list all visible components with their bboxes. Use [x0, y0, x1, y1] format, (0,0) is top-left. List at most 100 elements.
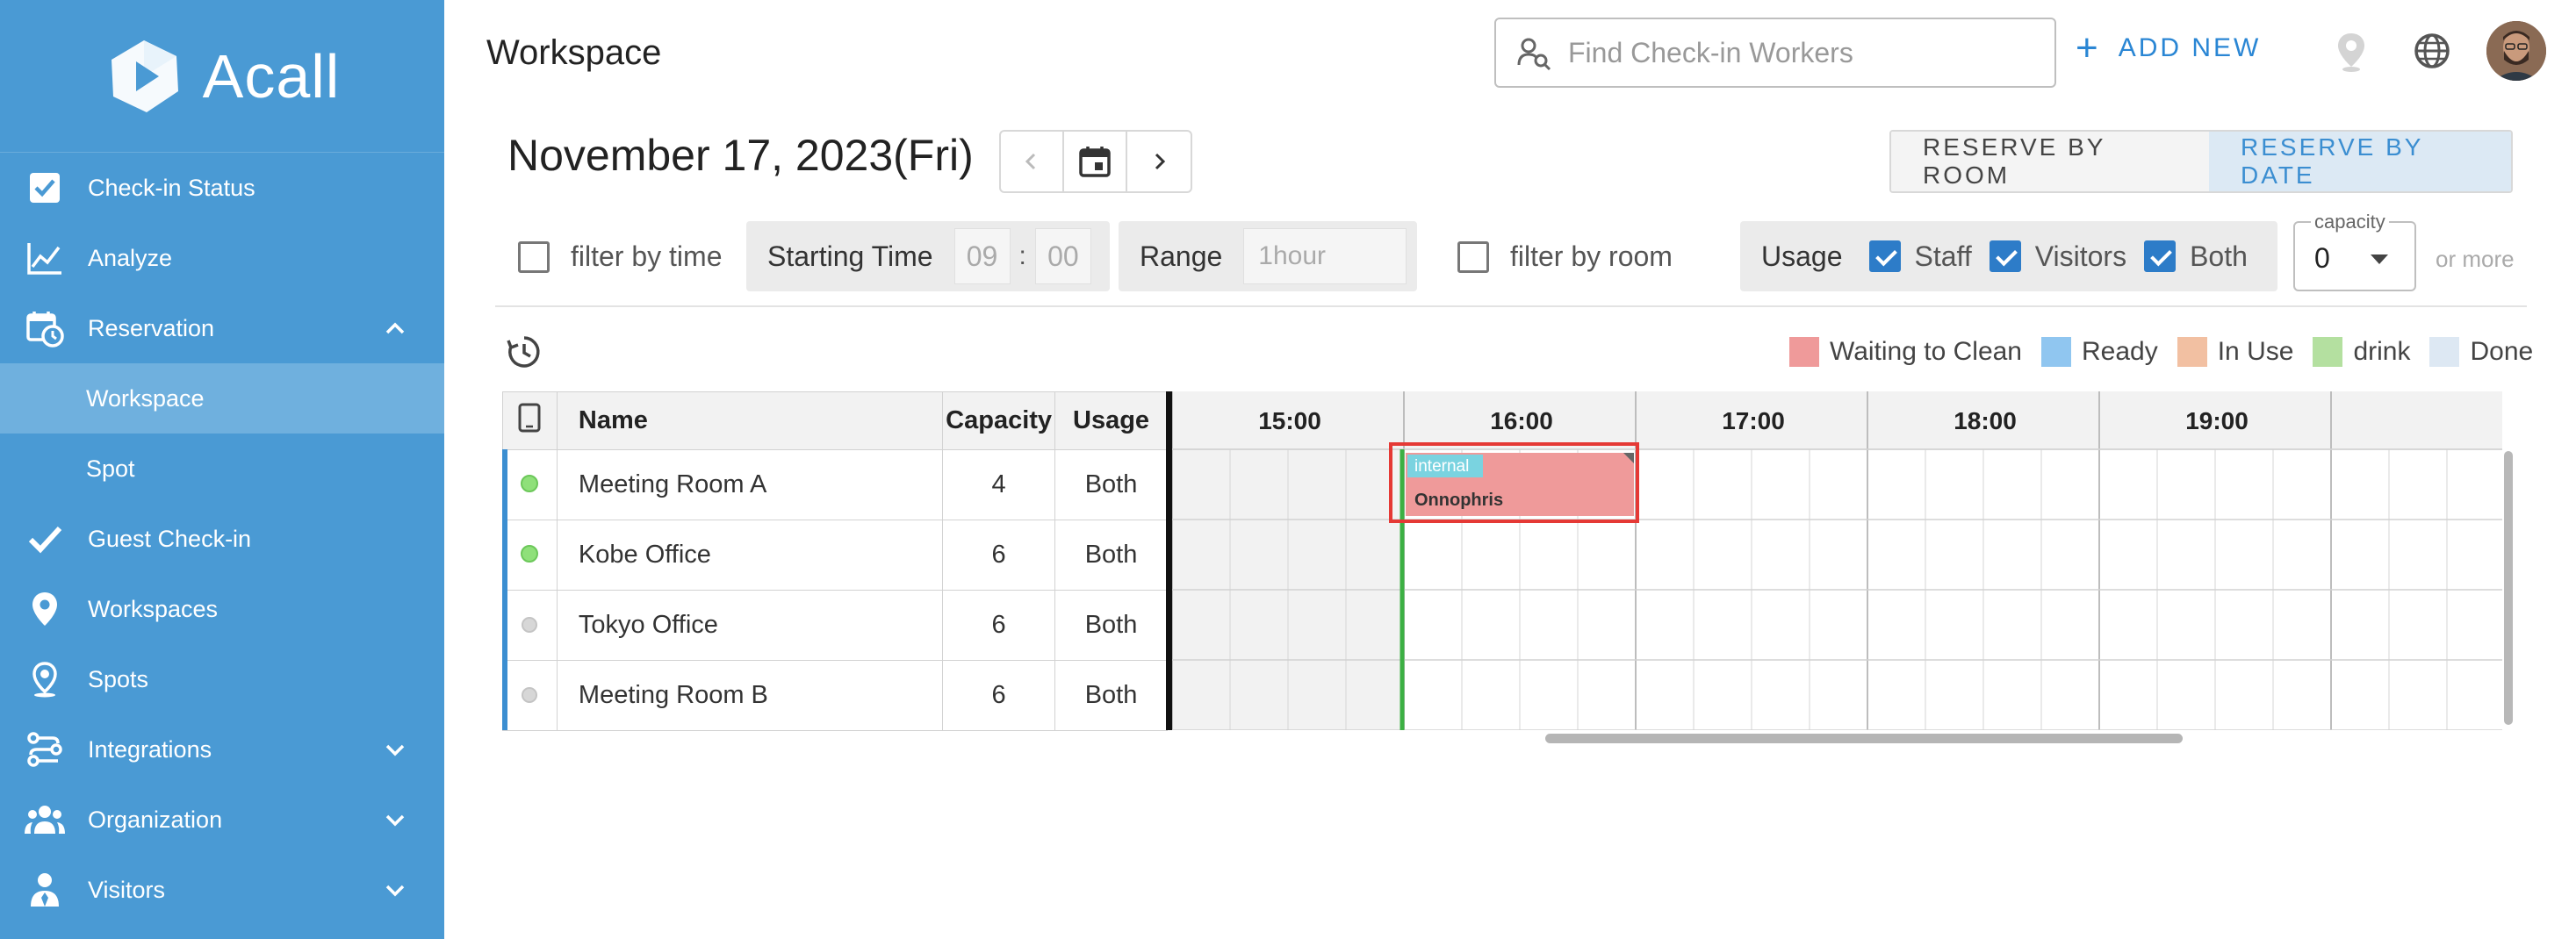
capacity-cell: 6: [942, 660, 1056, 731]
filter-by-time-label: filter by time: [571, 240, 723, 272]
chevron-up-icon: [385, 322, 405, 334]
divider: [495, 305, 2527, 307]
visitors-checkbox[interactable]: [1989, 240, 2021, 272]
usage-column-header[interactable]: Usage: [1054, 391, 1168, 450]
pin-outline-icon: [25, 659, 65, 699]
sidebar-nav: Check-in Status Analyze Reservation Workspa…: [0, 153, 444, 925]
reservation-grid: Name Capacity Usage Meeting Room A 4 Both K…: [502, 391, 2502, 731]
filter-bar: filter by time Starting Time 09 : 00 Ran…: [507, 211, 2520, 291]
start-hour-input[interactable]: 09: [953, 228, 1011, 284]
sidebar-item-label: Organization: [88, 806, 223, 833]
both-checkbox[interactable]: [2144, 240, 2177, 272]
sidebar-item-guest-check-in[interactable]: Guest Check-in: [0, 504, 444, 574]
status-dot: [521, 475, 539, 492]
filter-by-room-checkbox[interactable]: [1457, 240, 1489, 273]
search-input[interactable]: [1568, 36, 2042, 69]
room-name-cell[interactable]: Meeting Room A: [556, 449, 944, 520]
reserve-mode-toggle: RESERVE BY ROOM RESERVE BY DATE: [1889, 130, 2513, 193]
sidebar-item-visitors[interactable]: Visitors: [0, 855, 444, 925]
timeline: 14:0015:0016:0017:0018:0019:00internalOn…: [1172, 391, 2502, 730]
legend-label: Done: [2470, 337, 2534, 366]
usage-label: Usage: [1761, 240, 1843, 272]
horizontal-scrollbar[interactable]: [1545, 734, 2183, 743]
sidebar-item-spot[interactable]: Spot: [0, 434, 444, 504]
or-more-label: or more: [2436, 246, 2515, 272]
usage-cell: Both: [1054, 660, 1168, 731]
location-pin-icon: [25, 589, 65, 629]
filter-by-time-checkbox[interactable]: [518, 240, 550, 273]
capacity-cell: 6: [942, 520, 1056, 591]
sidebar-item-organization[interactable]: Organization: [0, 785, 444, 855]
plus-icon: +: [2076, 26, 2101, 69]
range-input[interactable]: 1hour: [1243, 228, 1407, 284]
both-label: Both: [2190, 240, 2248, 272]
add-new-button[interactable]: + ADD NEW: [2076, 26, 2262, 69]
device-status-cell: [502, 520, 558, 591]
legend-label: Waiting to Clean: [1830, 337, 2022, 366]
capacity-select[interactable]: capacity 0: [2293, 211, 2416, 291]
sidebar-item-workspace[interactable]: Workspace: [0, 363, 444, 434]
chevron-down-icon: [385, 814, 405, 827]
sidebar-item-label: Check-in Status: [88, 174, 255, 201]
reserve-by-room-button[interactable]: RESERVE BY ROOM: [1891, 132, 2209, 191]
staff-checkbox[interactable]: [1868, 240, 1901, 272]
table-header-row: Name Capacity Usage: [502, 391, 1168, 450]
sidebar-item-check-in-status[interactable]: Check-in Status: [0, 153, 444, 223]
next-day-button[interactable]: [1127, 132, 1191, 191]
add-new-label: ADD NEW: [2118, 33, 2262, 62]
chevron-right-icon: [1155, 153, 1166, 170]
history-icon[interactable]: [506, 333, 543, 370]
reservation-name: Onnophris: [1414, 491, 1503, 510]
usage-cell: Both: [1054, 520, 1168, 591]
sidebar-item-analyze[interactable]: Analyze: [0, 223, 444, 293]
globe-icon[interactable]: [2409, 28, 2455, 74]
device-status-cell: [502, 449, 558, 520]
filter-by-room-toggle[interactable]: filter by room: [1457, 240, 1673, 273]
user-avatar[interactable]: [2486, 21, 2546, 81]
sidebar-item-integrations[interactable]: Integrations: [0, 714, 444, 785]
current-date: November 17, 2023(Fri): [507, 131, 974, 180]
usage-cell: Both: [1054, 449, 1168, 520]
sidebar-item-reservation[interactable]: Reservation: [0, 293, 444, 363]
table-row[interactable]: Tokyo Office 6 Both: [502, 590, 1168, 661]
table-row[interactable]: Kobe Office 6 Both: [502, 520, 1168, 591]
prev-day-button[interactable]: [1001, 132, 1064, 191]
room-name-cell[interactable]: Kobe Office: [556, 520, 944, 591]
chevron-down-icon: [385, 885, 405, 897]
chevron-down-icon: [385, 744, 405, 756]
legend-item-done: Done: [2429, 337, 2533, 367]
capacity-column-header[interactable]: Capacity: [942, 391, 1056, 450]
hour-tick-label: 17:00: [1722, 407, 1785, 434]
sidebar-item-label: Spots: [88, 665, 149, 692]
search-user-icon: [1517, 38, 1551, 70]
legend-item-ready: Ready: [2041, 337, 2158, 367]
reservation-tag: internal: [1414, 457, 1469, 476]
reservation-block[interactable]: internal Onnophris: [1389, 442, 1639, 523]
room-table-body: Meeting Room A 4 Both Kobe Office 6 Both Tokyo…: [502, 449, 1168, 731]
search-box[interactable]: [1494, 18, 2056, 88]
table-row[interactable]: Meeting Room B 6 Both: [502, 660, 1168, 731]
legend-swatch: [2429, 337, 2460, 367]
location-pin-icon[interactable]: [2328, 28, 2374, 74]
room-name-cell[interactable]: Meeting Room B: [556, 660, 944, 731]
start-minute-input[interactable]: 00: [1034, 228, 1091, 284]
sidebar-item-workspaces[interactable]: Workspaces: [0, 574, 444, 644]
sidebar-item-spots[interactable]: Spots: [0, 644, 444, 714]
vertical-scrollbar[interactable]: [2504, 451, 2513, 725]
status-dot: [521, 545, 539, 563]
starting-time-group: Starting Time 09 : 00: [746, 221, 1110, 291]
hour-tick-label: 19:00: [2185, 407, 2249, 434]
legend-label: Ready: [2082, 337, 2158, 366]
visitors-label: Visitors: [2034, 240, 2127, 272]
name-column-header[interactable]: Name: [556, 391, 944, 450]
brand[interactable]: Acall: [0, 0, 444, 153]
room-table: Name Capacity Usage Meeting Room A 4 Both K…: [502, 391, 1168, 731]
room-name-cell[interactable]: Tokyo Office: [556, 590, 944, 661]
device-status-cell: [502, 660, 558, 731]
table-row[interactable]: Meeting Room A 4 Both: [502, 449, 1168, 520]
capacity-cell: 4: [942, 449, 1056, 520]
calendar-button[interactable]: [1064, 132, 1127, 191]
reserve-by-date-button[interactable]: RESERVE BY DATE: [2209, 132, 2511, 191]
avatar-icon: [2486, 21, 2546, 81]
filter-by-time-toggle[interactable]: filter by time: [518, 240, 722, 273]
